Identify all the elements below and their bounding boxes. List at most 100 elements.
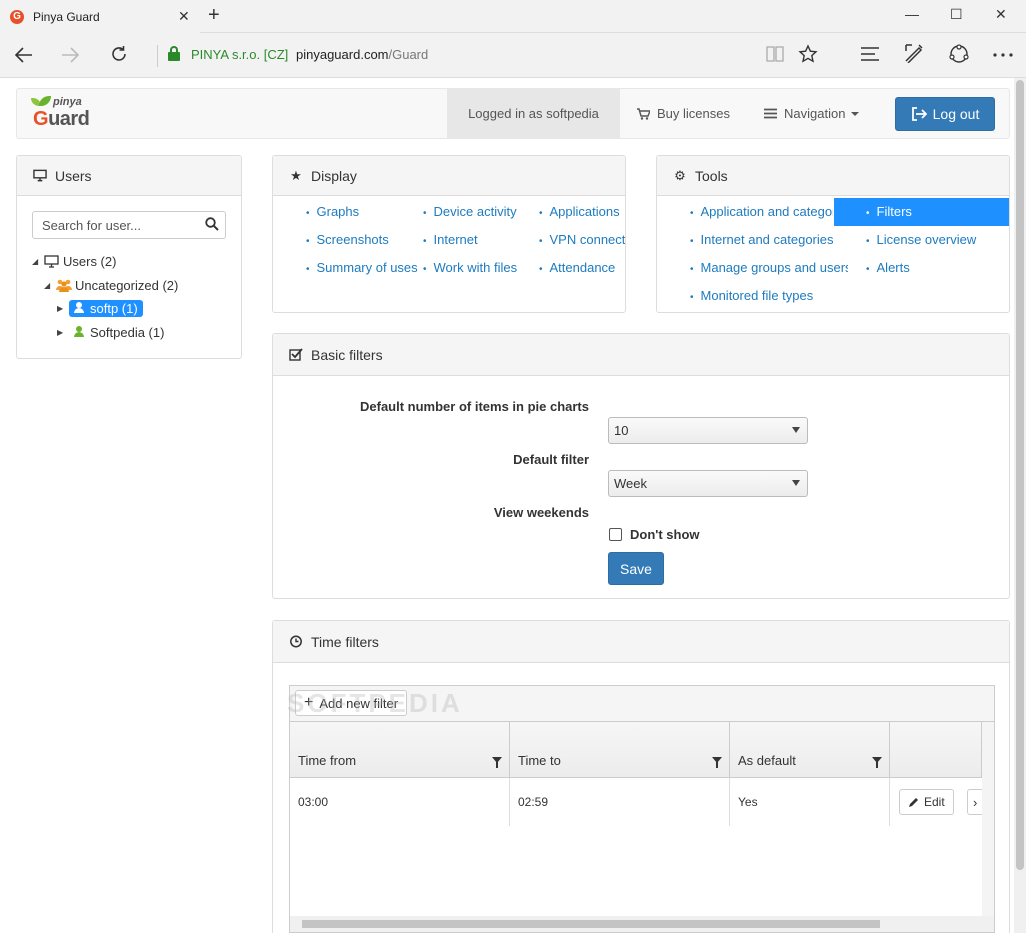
- more-icon[interactable]: [992, 52, 1014, 58]
- link-label: Monitored file types: [700, 288, 814, 303]
- link-internet[interactable]: • Internet: [423, 232, 537, 250]
- tools-panel-header: ⚙ Tools: [657, 156, 1009, 196]
- url-path: /Guard: [388, 47, 429, 62]
- logout-button[interactable]: Log out: [895, 97, 995, 131]
- pinya-guard-logo[interactable]: pinya Guard: [31, 94, 101, 134]
- grid-toolbar: + Add new filter: [290, 686, 994, 722]
- top-navbar: pinya Guard Logged in as softpedia Buy l…: [16, 88, 1010, 139]
- link-license-overview[interactable]: • License overview: [866, 232, 1006, 250]
- link-alerts[interactable]: • Alerts: [866, 260, 1006, 278]
- page-content: pinya Guard Logged in as softpedia Buy l…: [0, 78, 1026, 933]
- pie-items-value: 10: [614, 423, 629, 438]
- link-label: Work with files: [433, 260, 518, 275]
- cell-time-to: 02:59: [510, 778, 730, 826]
- collapse-icon[interactable]: ◢: [32, 257, 44, 266]
- browser-tab[interactable]: G Pinya Guard ✕: [0, 0, 200, 33]
- dont-show-label[interactable]: Don't show: [630, 527, 700, 542]
- link-vpn-connections[interactable]: •VPN connections: [539, 232, 625, 250]
- cell-value: 02:59: [518, 795, 549, 809]
- favicon-icon: G: [10, 9, 24, 24]
- link-filters[interactable]: • Filters: [834, 198, 1009, 226]
- filter-icon[interactable]: [712, 757, 722, 768]
- back-icon[interactable]: [14, 45, 34, 65]
- refresh-icon[interactable]: [109, 44, 129, 64]
- basic-filters-panel: Basic filters Default number of items in…: [272, 333, 1010, 599]
- collapse-icon[interactable]: ◢: [44, 281, 56, 290]
- cart-icon: [637, 107, 650, 120]
- col-time-to[interactable]: Time to: [510, 722, 730, 778]
- search-icon[interactable]: [205, 217, 219, 231]
- cell-actions: Edit ›: [890, 778, 987, 826]
- link-monitored-file-types[interactable]: • Monitored file types: [690, 288, 848, 306]
- edit-label: Edit: [924, 795, 945, 809]
- link-screenshots[interactable]: • Screenshots: [306, 232, 418, 250]
- tree-root[interactable]: ◢ Users (2): [32, 251, 116, 271]
- link-summary-of-uses[interactable]: • Summary of uses: [306, 260, 424, 278]
- col-time-from[interactable]: Time from: [290, 722, 510, 778]
- link-label: VPN connections: [549, 232, 625, 247]
- default-filter-select[interactable]: Week: [608, 470, 808, 497]
- maximize-icon[interactable]: ☐: [950, 6, 963, 23]
- expand-icon[interactable]: ▶: [57, 328, 69, 337]
- tree-user-softp[interactable]: ▶ softp (1): [57, 298, 143, 318]
- minimize-icon[interactable]: —: [905, 6, 919, 22]
- tab-close-icon[interactable]: ✕: [178, 8, 190, 25]
- link-work-with-files[interactable]: • Work with files: [423, 260, 537, 278]
- link-label: Attendance: [549, 260, 616, 275]
- pie-items-select[interactable]: 10: [608, 417, 808, 444]
- lock-icon: [168, 46, 180, 61]
- navigation-dropdown[interactable]: Navigation: [764, 89, 860, 138]
- new-tab-icon[interactable]: +: [208, 4, 220, 27]
- users-panel-title: Users: [55, 167, 92, 184]
- link-application-and-categories[interactable]: •Application and categories: [690, 204, 833, 222]
- filter-icon[interactable]: [872, 757, 882, 768]
- basic-filters-title: Basic filters: [311, 346, 383, 363]
- link-label: Screenshots: [316, 232, 389, 247]
- tree-group-uncategorized[interactable]: ◢ Uncategorized (2): [44, 275, 178, 295]
- add-new-filter-button[interactable]: + Add new filter: [295, 690, 408, 716]
- reading-view-icon[interactable]: [765, 45, 785, 63]
- user-search-input[interactable]: [33, 212, 198, 238]
- tools-panel-title: Tools: [695, 167, 728, 184]
- link-manage-groups[interactable]: • Manage groups and users: [690, 260, 848, 278]
- edit-button[interactable]: Edit: [899, 789, 954, 815]
- user-search[interactable]: [32, 211, 226, 239]
- link-device-activity[interactable]: • Device activity: [423, 204, 537, 222]
- hub-icon[interactable]: [860, 46, 880, 62]
- favorite-star-icon[interactable]: [798, 44, 818, 64]
- buy-licenses-link[interactable]: Buy licenses: [637, 89, 730, 138]
- window-close-icon[interactable]: ✕: [995, 6, 1007, 23]
- link-graphs[interactable]: • Graphs: [306, 204, 418, 222]
- tree-node[interactable]: Softpedia (1): [69, 324, 169, 341]
- web-note-icon[interactable]: [904, 43, 924, 63]
- tools-panel: ⚙ Tools •Application and categories •Int…: [656, 155, 1010, 313]
- link-label: Internet: [433, 232, 478, 247]
- tree-node-selected[interactable]: softp (1): [69, 299, 143, 317]
- time-filters-grid: + Add new filter Time from Time to As de…: [289, 685, 995, 933]
- tree-user-softpedia[interactable]: ▶ Softpedia (1): [57, 322, 169, 342]
- logo-letter: G: [33, 108, 49, 130]
- buy-licenses-label: Buy licenses: [657, 106, 730, 121]
- certificate-label[interactable]: PINYA s.r.o. [CZ]: [191, 47, 288, 62]
- grid-vertical-scrollbar[interactable]: [982, 722, 994, 916]
- link-internet-and-categories[interactable]: • Internet and categories: [690, 232, 848, 250]
- col-as-default[interactable]: As default: [730, 722, 890, 778]
- tree-user-label: softp (1): [90, 300, 138, 316]
- forward-icon[interactable]: [60, 45, 80, 65]
- link-attendance[interactable]: • Attendance: [539, 260, 625, 278]
- table-row[interactable]: 03:00 02:59 Yes Edit ›: [290, 778, 987, 826]
- tab-title: Pinya Guard: [33, 9, 100, 24]
- page-scrollbar[interactable]: [1014, 78, 1026, 933]
- view-weekends-label: View weekends: [493, 505, 589, 520]
- expand-icon[interactable]: ▶: [57, 304, 69, 313]
- save-button[interactable]: Save: [608, 552, 664, 585]
- grid-horizontal-scrollbar[interactable]: [290, 916, 994, 932]
- link-applications[interactable]: • Applications: [539, 204, 625, 222]
- display-panel-title: Display: [311, 167, 357, 184]
- share-icon[interactable]: [948, 43, 970, 65]
- gear-icon: ⚙: [674, 167, 686, 183]
- tree-root-label: Users (2): [63, 253, 117, 269]
- filter-icon[interactable]: [492, 757, 502, 768]
- dont-show-checkbox[interactable]: [609, 528, 622, 541]
- url-field[interactable]: pinyaguard.com/Guard: [296, 47, 428, 62]
